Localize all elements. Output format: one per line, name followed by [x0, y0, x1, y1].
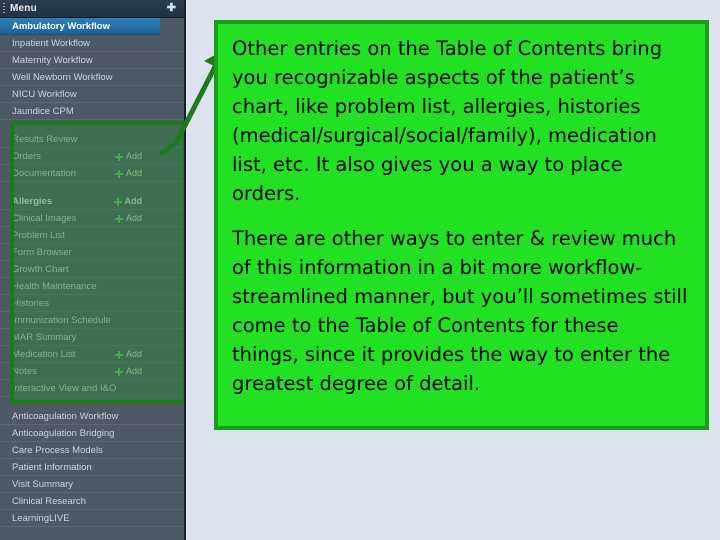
- menu-item-anticoagulation-workflow[interactable]: Anticoagulation Workflow: [0, 408, 184, 425]
- menu-item-immunization-schedule[interactable]: Immunization Schedule: [0, 312, 184, 329]
- menu-item-anticoagulation-bridging[interactable]: Anticoagulation Bridging: [0, 425, 184, 442]
- add-button[interactable]: Add: [114, 148, 142, 164]
- menu-item-ambulatory-workflow[interactable]: Ambulatory Workflow: [0, 18, 160, 35]
- menu-item-label: Results Review: [12, 134, 78, 145]
- menu-item-label: Health Maintenance: [12, 281, 97, 292]
- menu-item-label: Visit Summary: [12, 479, 74, 490]
- menu-item-clinical-images[interactable]: Clinical Images Add: [0, 210, 184, 227]
- menu-item-label: LearningLIVE: [12, 513, 70, 524]
- menu-item-nicu-workflow[interactable]: NICU Workflow: [0, 86, 184, 103]
- menu-item-label: Well Newborn Workflow: [12, 72, 113, 83]
- menu-item-interactive-view-and-i-o[interactable]: Interactive View and I&O: [0, 380, 184, 397]
- plus-icon: [114, 214, 123, 223]
- menu-item-form-browser[interactable]: Form Browser: [0, 244, 184, 261]
- menu-item-problem-list[interactable]: Problem List: [0, 227, 184, 244]
- add-button[interactable]: Add: [114, 346, 142, 362]
- menu-item-label: Maternity Workflow: [12, 55, 93, 66]
- menu-item-allergies[interactable]: Allergies Add: [0, 193, 184, 210]
- add-button[interactable]: Add: [113, 193, 143, 209]
- menu-item-care-process-models[interactable]: Care Process Models: [0, 442, 184, 459]
- menu-item-label: Anticoagulation Bridging: [12, 428, 115, 439]
- menu-item-results-review[interactable]: Results Review: [0, 131, 184, 148]
- menu-item-list: Ambulatory Workflow Inpatient Workflow Mat…: [0, 18, 184, 527]
- menu-item-label: MAR Summary: [12, 332, 77, 343]
- menu-item-label: Jaundice CPM: [12, 106, 74, 117]
- menu-group-separator: [0, 397, 184, 408]
- add-button-label: Add: [125, 349, 142, 359]
- menu-item-patient-information[interactable]: Patient Information: [0, 459, 184, 476]
- menu-item-label: Anticoagulation Workflow: [12, 411, 119, 422]
- add-button[interactable]: Add: [114, 363, 142, 379]
- add-button[interactable]: Add: [114, 210, 142, 226]
- menu-item-notes[interactable]: Notes Add: [0, 363, 184, 380]
- menu-item-visit-summary[interactable]: Visit Summary: [0, 476, 184, 493]
- menu-item-jaundice-cpm[interactable]: Jaundice CPM: [0, 103, 184, 120]
- callout-paragraph-2: There are other ways to enter & review m…: [232, 227, 688, 395]
- menu-item-label: Form Browser: [12, 247, 72, 258]
- menu-item-label: Inpatient Workflow: [12, 38, 90, 49]
- menu-item-label: NICU Workflow: [12, 89, 77, 100]
- menu-item-label: Histories: [12, 298, 49, 309]
- menu-item-label: Allergies: [12, 196, 53, 207]
- menu-item-label: Problem List: [12, 230, 65, 241]
- plus-icon: [114, 152, 123, 161]
- menu-item-label: Orders: [12, 151, 42, 162]
- menu-item-orders[interactable]: Orders Add: [0, 148, 184, 165]
- callout-paragraph-1: Other entries on the Table of Contents b…: [232, 37, 663, 205]
- add-button-label: Add: [125, 213, 142, 223]
- menu-item-growth-chart[interactable]: Growth Chart: [0, 261, 184, 278]
- menu-group-separator: [0, 120, 184, 131]
- menu-item-label: Immunization Schedule: [12, 315, 111, 326]
- menu-item-maternity-workflow[interactable]: Maternity Workflow: [0, 52, 184, 69]
- add-button-label: Add: [125, 366, 142, 376]
- menu-item-medication-list[interactable]: Medication List Add: [0, 346, 184, 363]
- plus-icon: [113, 197, 122, 206]
- menu-item-mar-summary[interactable]: MAR Summary: [0, 329, 184, 346]
- menu-item-label: Notes: [12, 366, 37, 377]
- menu-item-well-newborn-workflow[interactable]: Well Newborn Workflow: [0, 69, 184, 86]
- add-button-label: Add: [124, 196, 143, 206]
- annotation-callout: Other entries on the Table of Contents b…: [214, 20, 709, 430]
- add-button-label: Add: [125, 168, 142, 178]
- menu-item-histories[interactable]: Histories: [0, 295, 184, 312]
- menu-item-label: Documentation: [12, 168, 76, 179]
- menu-item-label: Care Process Models: [12, 445, 103, 456]
- menu-sidebar: Menu ✚ Ambulatory Workflow Inpatient Work…: [0, 0, 186, 540]
- menu-item-label: Ambulatory Workflow: [12, 21, 110, 32]
- menu-item-label: Medication List: [12, 349, 76, 360]
- menu-title: Menu: [10, 3, 37, 14]
- menu-item-inpatient-workflow[interactable]: Inpatient Workflow: [0, 35, 184, 52]
- menu-item-documentation[interactable]: Documentation Add: [0, 165, 184, 182]
- menu-item-label: Growth Chart: [12, 264, 69, 275]
- add-button-label: Add: [125, 151, 142, 161]
- plus-icon: [114, 169, 123, 178]
- menu-group-separator: [0, 182, 184, 193]
- menu-item-label: Patient Information: [12, 462, 92, 473]
- menu-item-label: Clinical Research: [12, 496, 86, 507]
- menu-item-learninglive[interactable]: LearningLIVE: [0, 510, 184, 527]
- add-button[interactable]: Add: [114, 165, 142, 181]
- menu-item-label: Interactive View and I&O: [12, 383, 117, 394]
- menu-item-label: Clinical Images: [12, 213, 77, 224]
- pin-icon[interactable]: ✚: [167, 2, 176, 15]
- menu-item-clinical-research[interactable]: Clinical Research: [0, 493, 184, 510]
- plus-icon: [114, 350, 123, 359]
- menu-header: Menu ✚: [0, 0, 184, 18]
- menu-item-health-maintenance[interactable]: Health Maintenance: [0, 278, 184, 295]
- grip-handle-icon[interactable]: [3, 3, 5, 14]
- plus-icon: [114, 367, 123, 376]
